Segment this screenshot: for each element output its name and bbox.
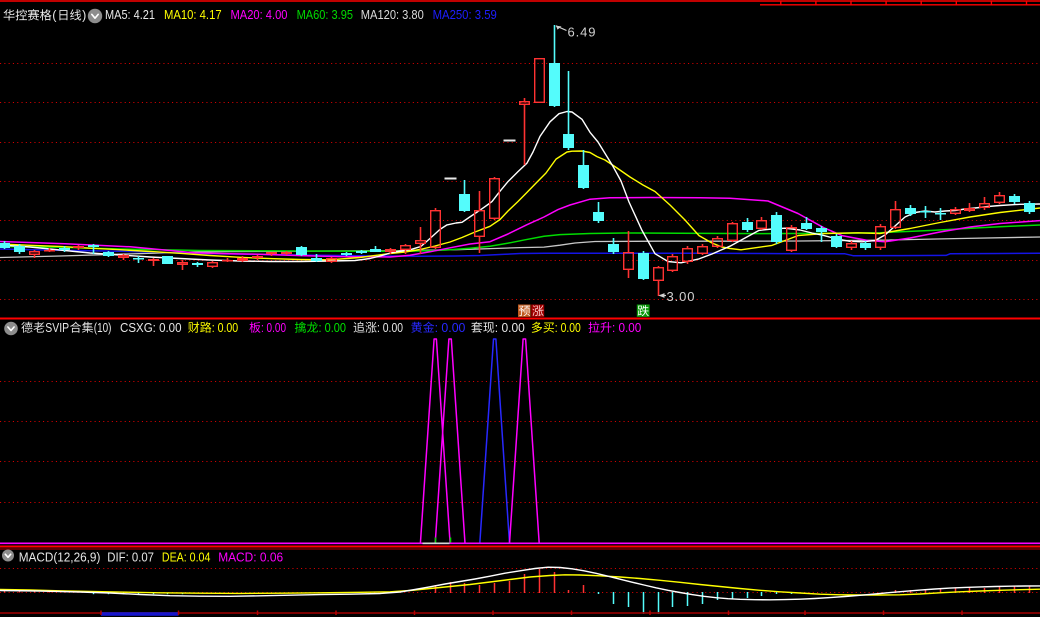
svg-text:(: (: [52, 8, 57, 23]
svg-text:6.49: 6.49: [568, 25, 596, 40]
svg-text:: 0.00: : 0.00: [261, 320, 286, 335]
svg-text:3.00: 3.00: [667, 289, 695, 304]
svg-text:): ): [82, 8, 86, 23]
svg-text:DIF: 0.07: DIF: 0.07: [107, 550, 154, 565]
svg-text:CSXG: 0.00: CSXG: 0.00: [120, 320, 182, 335]
svg-text:MA10: 4.17: MA10: 4.17: [164, 7, 222, 22]
svg-text:MACD(12,26,9): MACD(12,26,9): [19, 550, 101, 565]
svg-text:: 0.00: : 0.00: [212, 320, 239, 335]
svg-text:MA5: 4.21: MA5: 4.21: [105, 7, 155, 22]
svg-text:MA60: 3.95: MA60: 3.95: [297, 7, 353, 22]
svg-text:: 0.00: : 0.00: [319, 320, 347, 335]
svg-text:: 0.00: : 0.00: [435, 320, 466, 335]
svg-text:DEA: 0.04: DEA: 0.04: [162, 550, 211, 565]
svg-text:MA20: 4.00: MA20: 4.00: [231, 7, 288, 22]
svg-text:: 0.00: : 0.00: [555, 320, 581, 335]
svg-text:: 0.00: : 0.00: [495, 320, 525, 335]
svg-text:SVIP: SVIP: [45, 320, 69, 335]
svg-text:: 0.00: : 0.00: [377, 320, 403, 335]
svg-text:(10): (10): [94, 320, 112, 335]
svg-text:MA120: 3.80: MA120: 3.80: [361, 7, 424, 22]
svg-text:MACD: 0.06: MACD: 0.06: [218, 550, 283, 565]
svg-text:: 0.00: : 0.00: [612, 320, 641, 335]
svg-text:MA250: 3.59: MA250: 3.59: [433, 7, 497, 22]
